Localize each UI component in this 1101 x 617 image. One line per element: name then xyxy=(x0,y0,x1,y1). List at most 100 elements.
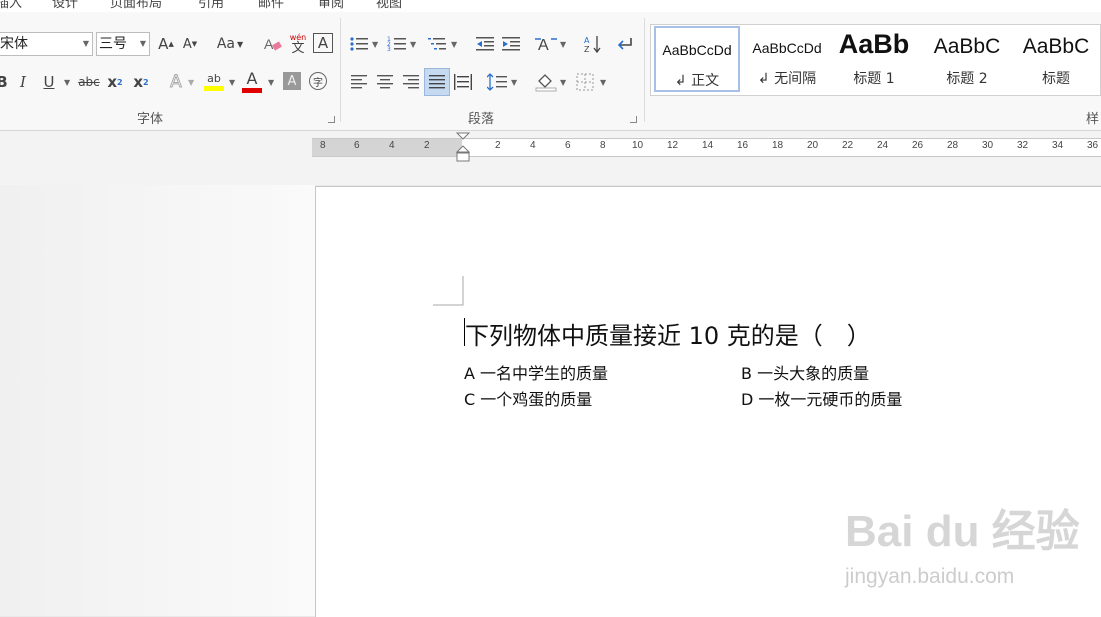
justify-button[interactable] xyxy=(424,68,450,96)
asian-layout-dropdown-icon[interactable]: ▼ xyxy=(560,40,566,49)
tab-page-layout[interactable]: 页面布局 xyxy=(110,0,162,11)
document-left-gutter xyxy=(0,185,315,616)
borders-icon xyxy=(576,73,594,91)
option-a[interactable]: A 一名中学生的质量 xyxy=(464,360,608,384)
grow-font-button[interactable]: A ▲ xyxy=(156,32,176,56)
distributed-icon xyxy=(454,74,472,90)
shrink-font-button[interactable]: A ▼ xyxy=(180,32,200,56)
ruler-number: 34 xyxy=(1052,140,1064,151)
highlighter-icon: ab xyxy=(207,72,221,85)
ruler-number: 28 xyxy=(947,140,959,151)
change-case-button[interactable]: Aa ▼ xyxy=(212,32,248,56)
tab-view[interactable]: 视图 xyxy=(376,0,402,11)
borders-dropdown-icon[interactable]: ▼ xyxy=(600,78,606,87)
tab-insert[interactable]: 插入 xyxy=(0,0,22,11)
ruler-number: 26 xyxy=(912,140,924,151)
distributed-button[interactable] xyxy=(452,70,474,94)
baidu-watermark-logo: Bai du 经验 xyxy=(845,507,1080,556)
style-no-spacing[interactable]: AaBbCcDd ↲ 无间隔 xyxy=(744,26,830,92)
style-caption: ↲ 无间隔 xyxy=(757,71,817,87)
style-caption: 标题 1 xyxy=(853,71,895,87)
tab-mailings[interactable]: 邮件 xyxy=(258,0,284,11)
ruler-number: 8 xyxy=(600,140,606,151)
style-sample: AaBbC xyxy=(1022,35,1090,58)
bold-button[interactable]: B xyxy=(0,70,8,94)
bullets-dropdown-icon[interactable]: ▼ xyxy=(372,40,378,49)
align-center-button[interactable] xyxy=(374,70,396,94)
font-color-button[interactable]: A xyxy=(240,68,264,96)
italic-button[interactable]: I xyxy=(14,70,32,94)
ruler-number: 8 xyxy=(320,140,326,151)
numbering-dropdown-icon[interactable]: ▼ xyxy=(410,40,416,49)
margin-corner-mark xyxy=(433,276,464,306)
bullets-icon xyxy=(350,37,368,51)
paragraph-dialog-launcher-icon[interactable] xyxy=(630,116,637,123)
highlight-button[interactable]: ab xyxy=(202,68,226,96)
underline-dropdown-icon[interactable]: ▼ xyxy=(64,78,70,87)
tab-references[interactable]: 引用 xyxy=(198,0,224,11)
phonetic-bottom-label: 文 xyxy=(291,40,305,56)
borders-button[interactable] xyxy=(574,70,596,94)
decrease-indent-button[interactable] xyxy=(474,32,496,56)
text-effects-button[interactable]: A xyxy=(164,70,188,94)
styles-gallery: AaBbCcDd ↲ 正文 AaBbCcDd ↲ 无间隔 AaBb 标题 1 A… xyxy=(650,24,1101,96)
style-heading-1[interactable]: AaBb 标题 1 xyxy=(834,26,914,92)
font-color-dropdown-icon[interactable]: ▼ xyxy=(268,78,274,87)
option-c[interactable]: C 一个鸡蛋的质量 xyxy=(464,386,592,410)
subscript-button[interactable]: x2 xyxy=(104,70,126,94)
strikethrough-button[interactable]: abc xyxy=(76,70,102,94)
multilevel-list-button[interactable] xyxy=(426,32,448,56)
highlight-dropdown-icon[interactable]: ▼ xyxy=(229,78,235,87)
option-b[interactable]: B 一头大象的质量 xyxy=(741,360,869,384)
change-case-icon: Aa xyxy=(216,36,235,52)
bullets-button[interactable] xyxy=(348,32,370,56)
align-left-button[interactable] xyxy=(348,70,370,94)
character-border-button[interactable]: A xyxy=(313,33,333,53)
paragraph-group-label: 段落 xyxy=(468,112,495,127)
font-size-combo[interactable]: 三号 ▼ xyxy=(96,32,150,56)
bold-icon: B xyxy=(0,73,8,91)
ribbon-tab-strip: 插入 设计 页面布局 引用 邮件 审阅 视图 xyxy=(0,0,1101,12)
option-d[interactable]: D 一枚一元硬币的质量 xyxy=(741,386,902,410)
tab-design[interactable]: 设计 xyxy=(52,0,78,11)
ruler-number: 14 xyxy=(702,140,714,151)
numbering-icon: 123 xyxy=(387,36,406,53)
character-shading-button[interactable]: A xyxy=(283,72,301,90)
enclose-characters-button[interactable]: 字 xyxy=(309,72,327,90)
font-dialog-launcher-icon[interactable] xyxy=(328,116,335,123)
sort-button[interactable]: AZ xyxy=(582,32,604,56)
ruler-number: 20 xyxy=(807,140,819,151)
shading-dropdown-icon[interactable]: ▼ xyxy=(560,78,566,87)
style-normal[interactable]: AaBbCcDd ↲ 正文 xyxy=(654,26,740,92)
svg-text:A: A xyxy=(264,36,274,52)
phonetic-guide-button[interactable]: wén 文 xyxy=(288,31,308,57)
font-name-combo[interactable]: 宋体 ▼ xyxy=(0,32,93,56)
increase-indent-button[interactable] xyxy=(500,32,522,56)
underline-button[interactable]: U xyxy=(38,70,60,94)
styles-group-label: 样 xyxy=(1086,112,1100,127)
style-heading-2[interactable]: AaBbC 标题 2 xyxy=(924,26,1010,92)
ruler-number: 36 xyxy=(1087,140,1099,151)
superscript-mark: 2 xyxy=(143,77,149,87)
clear-formatting-button[interactable]: A xyxy=(262,32,284,56)
tab-review[interactable]: 审阅 xyxy=(318,0,344,11)
line-spacing-button[interactable] xyxy=(486,70,508,94)
font-color-icon: A xyxy=(246,69,258,88)
decrease-indent-icon xyxy=(476,37,494,51)
ruler-number: 6 xyxy=(354,140,360,151)
superscript-icon: x xyxy=(133,73,144,91)
horizontal-ruler[interactable]: 8 6 4 2 2 4 6 8 10 12 14 16 18 20 22 24 … xyxy=(312,138,1101,157)
numbering-button[interactable]: 123 xyxy=(386,32,408,56)
question-text[interactable]: 下列物体中质量接近 10 克的是（ ） xyxy=(465,316,871,351)
indent-markers-icon[interactable] xyxy=(454,132,472,166)
style-title[interactable]: AaBbC 标题 xyxy=(1013,26,1099,92)
align-right-button[interactable] xyxy=(400,70,422,94)
text-effects-dropdown-icon[interactable]: ▼ xyxy=(188,78,194,87)
superscript-button[interactable]: x2 xyxy=(130,70,152,94)
asian-layout-button[interactable]: A xyxy=(534,32,558,56)
multilevel-dropdown-icon[interactable]: ▼ xyxy=(451,40,457,49)
show-hide-marks-button[interactable] xyxy=(614,32,636,56)
line-spacing-dropdown-icon[interactable]: ▼ xyxy=(511,78,517,87)
ruler-number: 16 xyxy=(737,140,749,151)
shading-button[interactable] xyxy=(534,70,558,94)
